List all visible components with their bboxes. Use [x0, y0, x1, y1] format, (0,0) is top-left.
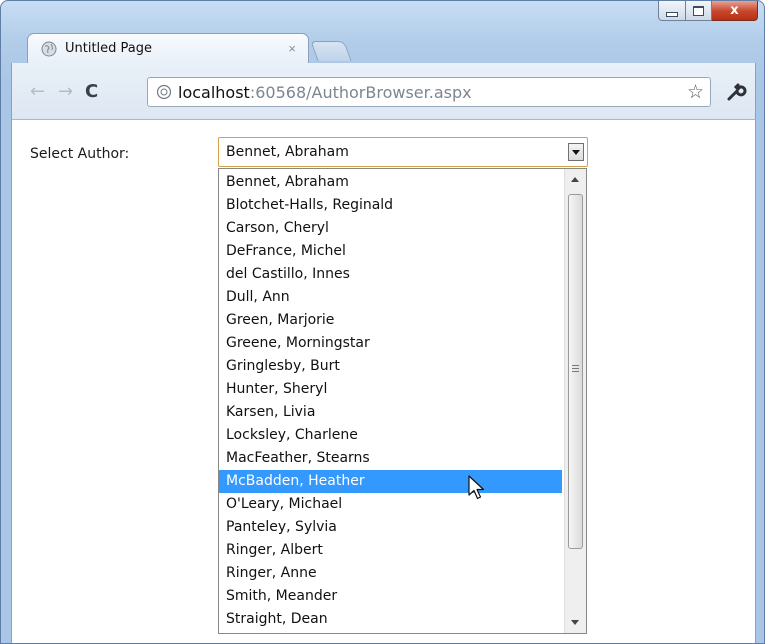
new-tab-button[interactable] — [310, 41, 352, 61]
dropdown-option[interactable]: Hunter, Sheryl — [219, 378, 562, 401]
scroll-up-icon[interactable] — [571, 177, 579, 182]
tab-untitled-page[interactable]: Untitled Page × — [27, 33, 309, 63]
dropdown-option[interactable]: Bennet, Abraham — [219, 171, 562, 194]
close-window-button[interactable]: x — [712, 1, 758, 21]
chevron-down-icon — [572, 149, 580, 155]
reload-icon[interactable]: C — [85, 83, 98, 101]
dropdown-option[interactable]: Ringer, Albert — [219, 539, 562, 562]
tab-title: Untitled Page — [65, 41, 153, 56]
dropdown-button[interactable] — [568, 143, 584, 161]
browser-window: x Untitled Page × ← → C localhost:60568/… — [0, 0, 765, 644]
dropdown-option[interactable]: Smith, Meander — [219, 585, 562, 608]
forward-arrow-icon[interactable]: → — [58, 83, 73, 101]
scrollbar-thumb[interactable] — [568, 194, 583, 549]
dropdown-option[interactable]: Dull, Ann — [219, 286, 562, 309]
browser-toolbar: ← → C localhost:60568/AuthorBrowser.aspx… — [11, 63, 756, 119]
author-dropdown-list[interactable]: Bennet, Abraham Blotchet-Halls, Reginald C… — [218, 168, 587, 634]
globe-icon — [41, 41, 57, 56]
dropdown-option[interactable]: Carson, Cheryl — [219, 217, 562, 240]
select-author-label: Select Author: — [30, 146, 130, 162]
author-dropdown[interactable]: Bennet, Abraham — [218, 137, 588, 167]
maximize-icon — [693, 5, 704, 16]
dropdown-option[interactable]: Green, Marjorie — [219, 309, 562, 332]
wrench-icon[interactable] — [725, 81, 747, 103]
back-arrow-icon[interactable]: ← — [30, 83, 45, 101]
tab-close-icon[interactable]: × — [288, 41, 296, 56]
dropdown-option[interactable]: Blotchet-Halls, Reginald — [219, 194, 562, 217]
url-host: localhost — [178, 82, 250, 102]
close-icon: x — [730, 3, 739, 18]
dropdown-option[interactable]: Straight, Dean — [219, 608, 562, 631]
scroll-down-icon[interactable] — [571, 620, 579, 625]
dropdown-option[interactable]: Greene, Morningstar — [219, 332, 562, 355]
minimize-icon — [666, 12, 678, 17]
page-info-icon[interactable] — [156, 84, 172, 100]
mouse-cursor-icon — [468, 475, 485, 500]
dropdown-option[interactable]: Locksley, Charlene — [219, 424, 562, 447]
page-content: Select Author: Bennet, Abraham Bennet, A… — [11, 119, 756, 643]
maximize-button[interactable] — [686, 1, 712, 21]
dropdown-option[interactable]: Ringer, Anne — [219, 562, 562, 585]
bookmark-star-icon[interactable]: ☆ — [687, 81, 704, 103]
dropdown-option[interactable]: McBadden, Heather — [219, 470, 562, 493]
dropdown-option[interactable]: Karsen, Livia — [219, 401, 562, 424]
dropdown-option[interactable]: Gringlesby, Burt — [219, 355, 562, 378]
minimize-button[interactable] — [658, 1, 686, 21]
grip-icon — [572, 365, 579, 374]
dropdown-option[interactable]: MacFeather, Stearns — [219, 447, 562, 470]
window-controls: x — [658, 1, 758, 23]
dropdown-option[interactable]: O'Leary, Michael — [219, 493, 562, 516]
address-bar[interactable]: localhost:60568/AuthorBrowser.aspx ☆ — [147, 77, 711, 107]
dropdown-selected-value: Bennet, Abraham — [226, 144, 349, 160]
vertical-scrollbar[interactable] — [564, 169, 586, 633]
dropdown-option[interactable]: del Castillo, Innes — [219, 263, 562, 286]
options-list: Bennet, Abraham Blotchet-Halls, Reginald C… — [219, 171, 562, 631]
dropdown-option[interactable]: Panteley, Sylvia — [219, 516, 562, 539]
url-path: :60568/AuthorBrowser.aspx — [249, 82, 472, 102]
dropdown-option[interactable]: DeFrance, Michel — [219, 240, 562, 263]
